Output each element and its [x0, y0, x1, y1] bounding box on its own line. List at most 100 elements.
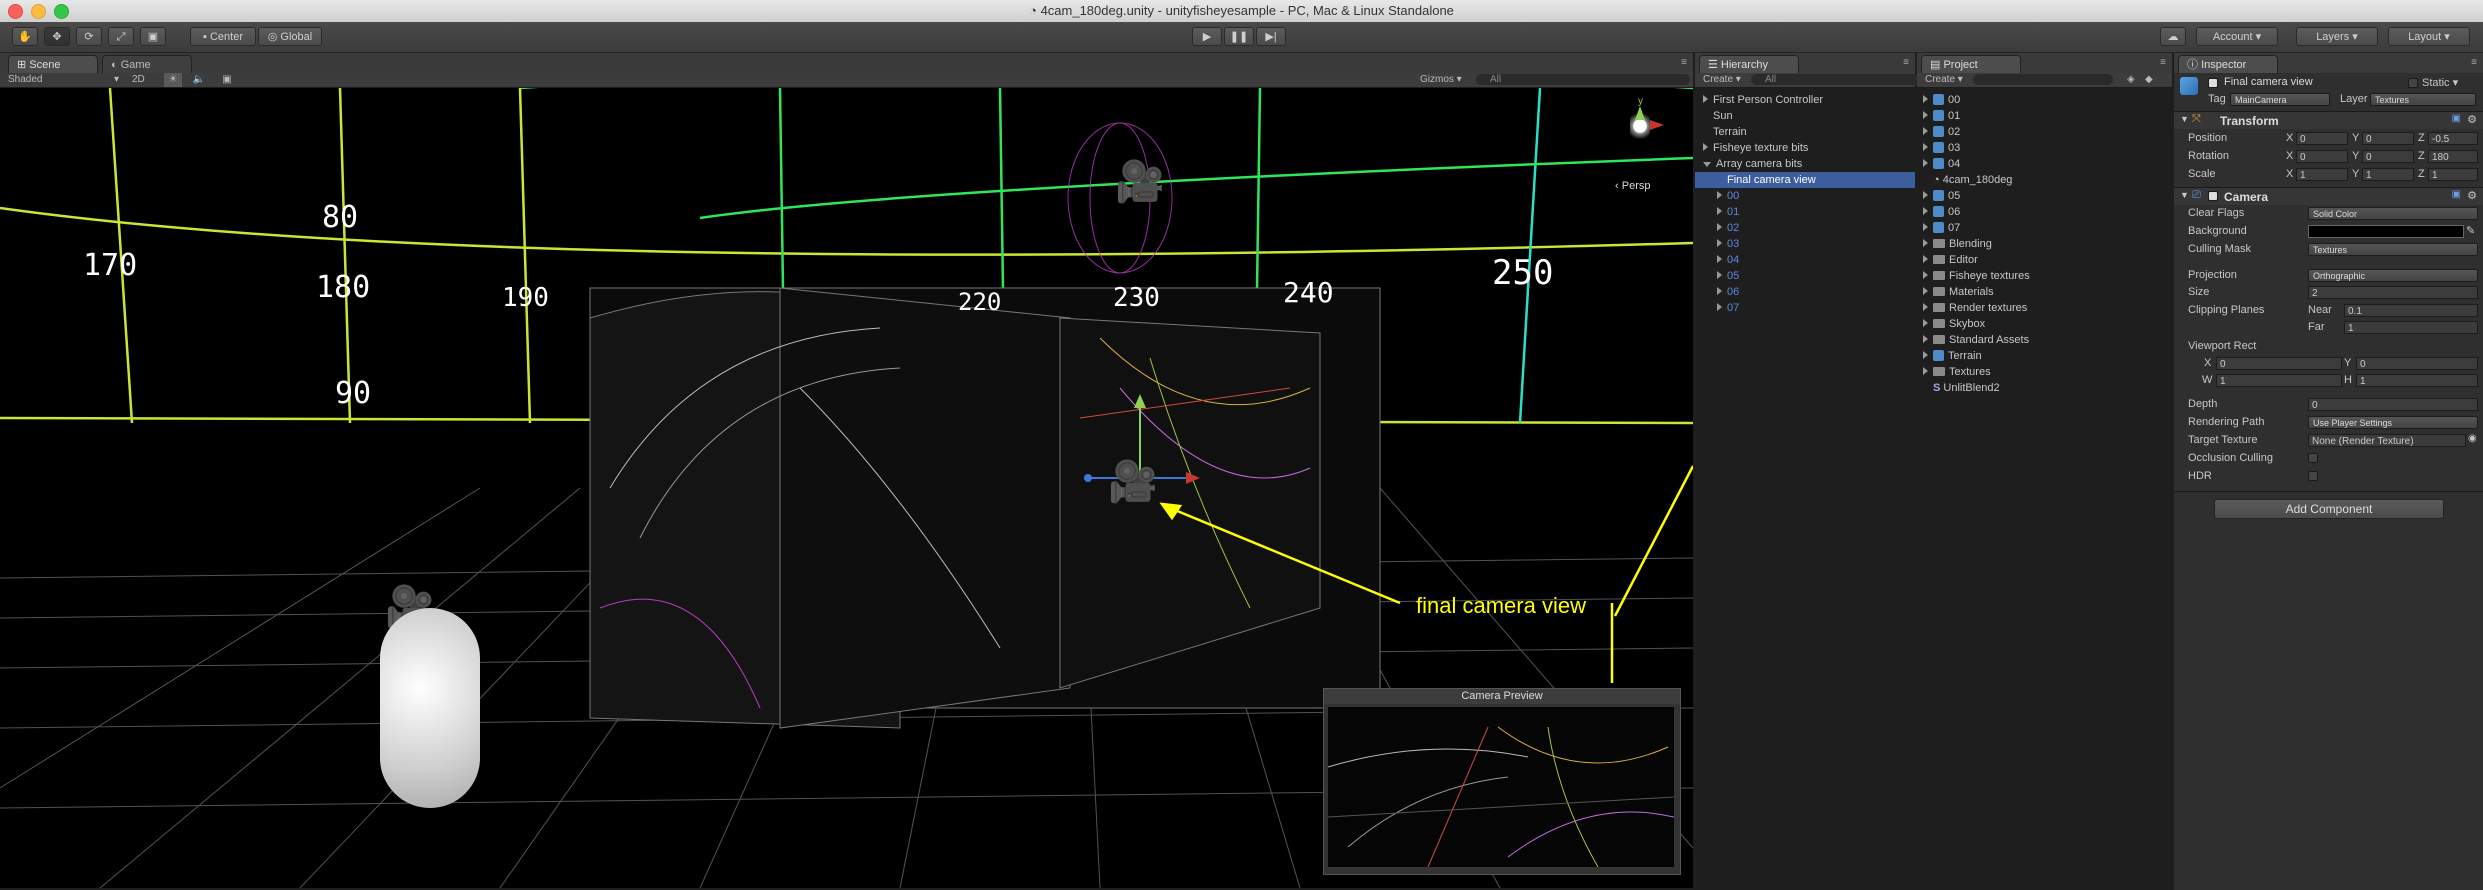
static-checkbox[interactable] — [2408, 78, 2418, 88]
eyedropper-icon[interactable]: ✎ — [2466, 224, 2475, 237]
tab-game[interactable]: ◐ Game — [102, 55, 192, 73]
viewport-y-field[interactable]: 0 — [2356, 357, 2478, 370]
step-button[interactable]: ▶| — [1256, 27, 1286, 46]
project-item[interactable]: Blending — [1917, 236, 2172, 252]
transform-component-header[interactable]: ▼ ⤧ Transform ▣ ⚙ — [2174, 111, 2483, 129]
help-icon[interactable]: ▣ — [2452, 113, 2461, 124]
project-item[interactable]: Standard Assets — [1917, 332, 2172, 348]
foldout-open-icon[interactable] — [1703, 162, 1711, 167]
active-checkbox[interactable] — [2208, 78, 2218, 88]
hand-tool-button[interactable]: ✋ — [12, 27, 38, 46]
hierarchy-item[interactable]: 02 — [1695, 220, 1915, 236]
scale-tool-button[interactable]: ⤢ — [108, 27, 134, 46]
filter-type-icon[interactable]: ◈ — [2127, 73, 2135, 87]
foldout-closed-icon[interactable] — [1923, 223, 1928, 231]
foldout-closed-icon[interactable] — [1923, 207, 1928, 215]
project-item[interactable]: ◔ 4cam_180deg — [1917, 172, 2172, 188]
foldout-closed-icon[interactable] — [1703, 143, 1708, 151]
hierarchy-item[interactable]: 05 — [1695, 268, 1915, 284]
project-item[interactable]: 05 — [1917, 188, 2172, 204]
foldout-closed-icon[interactable] — [1717, 191, 1722, 199]
foldout-closed-icon[interactable] — [1717, 271, 1722, 279]
hierarchy-item[interactable]: First Person Controller — [1695, 92, 1915, 108]
foldout-closed-icon[interactable] — [1923, 367, 1928, 375]
depth-field[interactable]: 0 — [2308, 398, 2478, 411]
foldout-closed-icon[interactable] — [1923, 111, 1928, 119]
clear-flags-dropdown[interactable]: Solid Color — [2308, 207, 2478, 220]
scene-view[interactable]: 🎥 🎥 🎥 170 80 180 90 190 220 230 240 250 … — [0, 88, 1693, 888]
scene-search-input[interactable]: All — [1476, 74, 1690, 85]
tab-inspector[interactable]: ⓘ Inspector — [2178, 55, 2278, 73]
hierarchy-create-button[interactable]: Create ▾ — [1703, 73, 1741, 87]
near-field[interactable]: 0.1 — [2344, 304, 2478, 317]
scale-z-field[interactable]: 1 — [2428, 168, 2478, 181]
cloud-button[interactable]: ☁ — [2160, 27, 2186, 46]
panel-menu-icon[interactable]: ≡ — [1903, 57, 1909, 68]
project-item[interactable]: Materials — [1917, 284, 2172, 300]
panel-menu-icon[interactable]: ≡ — [1681, 57, 1687, 68]
hierarchy-search-input[interactable]: All — [1751, 74, 1921, 85]
camera-enabled-checkbox[interactable] — [2208, 191, 2218, 201]
project-item[interactable]: 04 — [1917, 156, 2172, 172]
foldout-closed-icon[interactable] — [1923, 143, 1928, 151]
rotation-z-field[interactable]: 180 — [2428, 150, 2478, 163]
help-icon[interactable]: ▣ — [2452, 189, 2461, 200]
rendering-path-dropdown[interactable]: Use Player Settings — [2308, 416, 2478, 429]
tag-dropdown[interactable]: MainCamera — [2230, 93, 2330, 106]
background-color-swatch[interactable] — [2308, 225, 2464, 238]
hierarchy-item[interactable]: 03 — [1695, 236, 1915, 252]
hierarchy-item[interactable]: Array camera bits — [1695, 156, 1915, 172]
pivot-center-button[interactable]: ▪ Center — [190, 27, 256, 46]
foldout-arrow-icon[interactable]: ▼ — [2180, 190, 2189, 200]
play-button[interactable]: ▶ — [1192, 27, 1222, 46]
foldout-closed-icon[interactable] — [1923, 351, 1928, 359]
hierarchy-item[interactable]: 07 — [1695, 300, 1915, 316]
move-tool-button[interactable]: ✥ — [44, 27, 70, 46]
project-item[interactable]: Render textures — [1917, 300, 2172, 316]
shading-mode-dropdown[interactable]: Shaded ▾ — [8, 73, 123, 87]
scale-y-field[interactable]: 1 — [2362, 168, 2414, 181]
occlusion-culling-checkbox[interactable] — [2308, 453, 2318, 463]
foldout-closed-icon[interactable] — [1923, 127, 1928, 135]
size-field[interactable]: 2 — [2308, 286, 2478, 299]
hierarchy-item[interactable]: Final camera view — [1695, 172, 1915, 188]
hierarchy-item[interactable]: 04 — [1695, 252, 1915, 268]
tab-hierarchy[interactable]: ☰ Hierarchy — [1699, 55, 1799, 73]
culling-mask-dropdown[interactable]: Textures — [2308, 243, 2478, 256]
project-create-button[interactable]: Create ▾ — [1925, 73, 1963, 87]
project-item[interactable]: 00 — [1917, 92, 2172, 108]
foldout-closed-icon[interactable] — [1717, 223, 1722, 231]
hdr-checkbox[interactable] — [2308, 471, 2318, 481]
project-search-input[interactable] — [1973, 74, 2113, 85]
foldout-closed-icon[interactable] — [1923, 159, 1928, 167]
filter-label-icon[interactable]: ◆ — [2145, 73, 2153, 87]
far-field[interactable]: 1 — [2344, 321, 2478, 334]
tab-project[interactable]: ▤ Project — [1921, 55, 2021, 73]
object-picker-icon[interactable]: ◉ — [2468, 433, 2477, 444]
foldout-closed-icon[interactable] — [1923, 335, 1928, 343]
rotation-y-field[interactable]: 0 — [2362, 150, 2414, 163]
camera-component-header[interactable]: ▼ ⎚ Camera ▣ ⚙ — [2174, 187, 2483, 205]
project-item[interactable]: 02 — [1917, 124, 2172, 140]
project-item[interactable]: S UnlitBlend2 — [1917, 380, 2172, 396]
foldout-closed-icon[interactable] — [1923, 303, 1928, 311]
foldout-closed-icon[interactable] — [1717, 207, 1722, 215]
layout-dropdown[interactable]: Layout ▾ — [2388, 27, 2470, 46]
account-dropdown[interactable]: Account ▾ — [2196, 27, 2278, 46]
hierarchy-item[interactable]: 01 — [1695, 204, 1915, 220]
mode-2d-toggle[interactable]: 2D — [132, 73, 154, 87]
foldout-closed-icon[interactable] — [1923, 287, 1928, 295]
foldout-closed-icon[interactable] — [1923, 191, 1928, 199]
add-component-button[interactable]: Add Component — [2214, 499, 2444, 519]
rotate-tool-button[interactable]: ⟳ — [76, 27, 102, 46]
hierarchy-item[interactable]: Sun — [1695, 108, 1915, 124]
pause-button[interactable]: ❚❚ — [1224, 27, 1254, 46]
lighting-toggle-icon[interactable]: ☀ — [164, 73, 182, 87]
project-item[interactable]: 06 — [1917, 204, 2172, 220]
foldout-closed-icon[interactable] — [1923, 319, 1928, 327]
scale-x-field[interactable]: 1 — [2296, 168, 2348, 181]
audio-toggle-icon[interactable]: 🔈 — [190, 73, 208, 87]
foldout-closed-icon[interactable] — [1923, 239, 1928, 247]
project-item[interactable]: Editor — [1917, 252, 2172, 268]
object-name-field[interactable]: Final camera view — [2224, 76, 2372, 90]
